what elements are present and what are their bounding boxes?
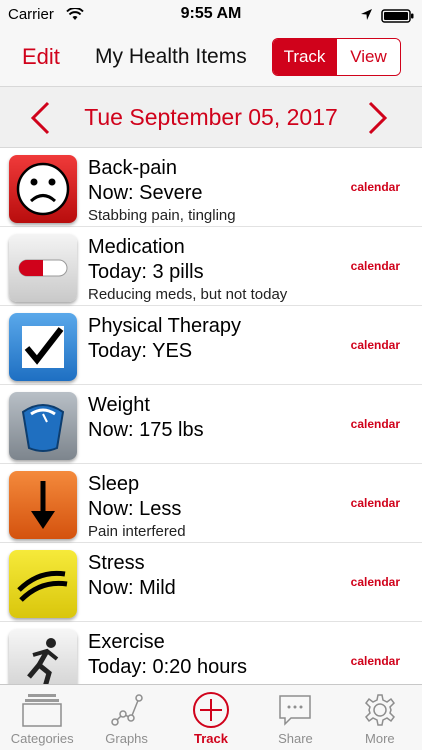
tab-more[interactable]: More — [338, 685, 422, 750]
calendar-link[interactable]: calendar — [351, 496, 400, 510]
checkmark-icon — [9, 313, 77, 381]
item-title: Exercise — [88, 631, 165, 653]
item-value: Today: 3 pills — [88, 261, 204, 283]
item-title: Medication — [88, 236, 185, 258]
item-value: Today: YES — [88, 340, 193, 362]
calendar-link[interactable]: calendar — [351, 654, 400, 668]
edit-button[interactable]: Edit — [22, 44, 60, 70]
item-note: Pain interfered — [88, 523, 186, 540]
track-view-segmented-control: Track View — [272, 38, 401, 76]
pill-icon — [9, 234, 77, 302]
tab-label: Share — [278, 731, 313, 746]
tab-track[interactable]: Track — [169, 685, 253, 750]
graphs-icon — [109, 691, 145, 729]
location-icon — [360, 8, 373, 26]
segment-view[interactable]: View — [336, 39, 400, 75]
categories-icon — [22, 691, 62, 729]
battery-icon — [381, 9, 415, 28]
sad-face-icon — [9, 155, 77, 223]
calendar-link[interactable]: calendar — [351, 259, 400, 273]
tab-bar: Categories Graphs Track Share More — [0, 684, 422, 750]
tab-label: Track — [194, 731, 228, 746]
list-item-exercise[interactable]: Exercise Today: 0:20 hours calendar — [0, 622, 422, 684]
tab-share[interactable]: Share — [253, 685, 337, 750]
item-value: Now: Severe — [88, 182, 203, 204]
page-title: My Health Items — [95, 45, 247, 68]
list-item-medication[interactable]: Medication Today: 3 pills Reducing meds,… — [0, 227, 422, 306]
item-title: Sleep — [88, 473, 140, 495]
item-value: Now: 175 lbs — [88, 419, 204, 441]
item-title: Weight — [88, 394, 150, 416]
tab-label: More — [365, 731, 395, 746]
calendar-link[interactable]: calendar — [351, 417, 400, 431]
list-item-stress[interactable]: Stress Now: Mild calendar — [0, 543, 422, 622]
item-title: Physical Therapy — [88, 315, 242, 337]
item-value: Today: 0:20 hours — [88, 656, 247, 678]
item-value: Now: Mild — [88, 577, 176, 599]
list-item-weight[interactable]: Weight Now: 175 lbs calendar — [0, 385, 422, 464]
next-day-chevron-icon[interactable] — [364, 101, 390, 140]
down-arrow-icon — [9, 471, 77, 539]
list-item-sleep[interactable]: Sleep Now: Less Pain interfered calendar — [0, 464, 422, 543]
track-plus-icon — [192, 691, 230, 729]
calendar-link[interactable]: calendar — [351, 338, 400, 352]
more-gear-icon — [362, 691, 398, 729]
date-selector: Tue September 05, 2017 — [0, 86, 422, 148]
navigation-bar: Edit My Health Items Track View — [0, 30, 422, 86]
tab-graphs[interactable]: Graphs — [84, 685, 168, 750]
calendar-link[interactable]: calendar — [351, 575, 400, 589]
calendar-link[interactable]: calendar — [351, 180, 400, 194]
status-bar: Carrier 9:55 AM — [0, 0, 422, 30]
item-note: Reducing meds, but not today — [88, 286, 288, 303]
current-date: Tue September 05, 2017 — [84, 104, 338, 130]
stress-lines-icon — [9, 550, 77, 618]
health-items-list: Back-pain Now: Severe Stabbing pain, tin… — [0, 148, 422, 684]
list-item-back-pain[interactable]: Back-pain Now: Severe Stabbing pain, tin… — [0, 148, 422, 227]
runner-icon — [9, 629, 77, 684]
list-item-physical-therapy[interactable]: Physical Therapy Today: YES calendar — [0, 306, 422, 385]
share-icon — [277, 691, 313, 729]
item-note: Stabbing pain, tingling — [88, 207, 236, 224]
tab-categories[interactable]: Categories — [0, 685, 84, 750]
clock: 9:55 AM — [180, 5, 242, 22]
tab-label: Categories — [10, 731, 74, 746]
tab-label: Graphs — [105, 731, 148, 746]
item-title: Stress — [88, 552, 145, 574]
item-title: Back-pain — [88, 157, 177, 179]
item-value: Now: Less — [88, 498, 182, 520]
segment-track[interactable]: Track — [273, 39, 336, 75]
scale-icon — [9, 392, 77, 460]
